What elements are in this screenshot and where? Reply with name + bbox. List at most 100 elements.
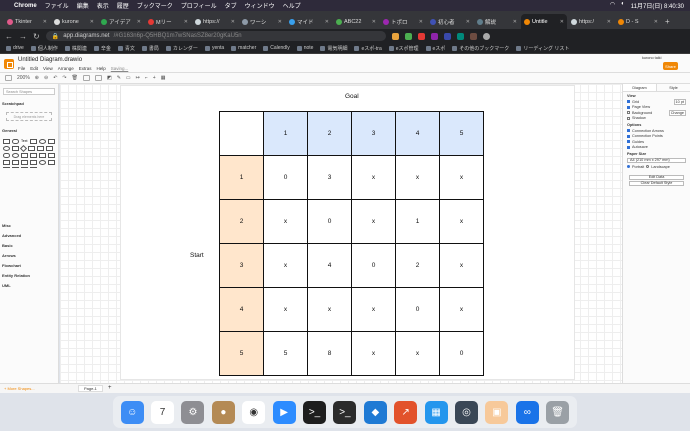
calendar-icon[interactable]: 7 xyxy=(151,400,175,424)
extension-icon[interactable] xyxy=(469,32,477,40)
dashed-line-shape[interactable] xyxy=(12,167,19,168)
bookmark-item[interactable]: 辛金 xyxy=(93,45,111,52)
table-cell[interactable]: 0 xyxy=(439,331,484,376)
browser-tab[interactable]: トポロ ✕ xyxy=(380,14,426,29)
section-arrows[interactable]: Arrows xyxy=(2,253,16,258)
table-cell[interactable]: x xyxy=(307,287,352,332)
card-shape[interactable] xyxy=(30,160,37,165)
table-cell[interactable]: x xyxy=(263,243,308,288)
browser-tab[interactable]: 初心者 ✕ xyxy=(427,14,473,29)
change-button[interactable]: Change xyxy=(668,109,686,116)
trash-icon[interactable]: 🗑 xyxy=(546,400,570,424)
close-tab-icon[interactable]: ✕ xyxy=(278,19,282,25)
app-name[interactable]: Chrome xyxy=(14,3,37,9)
insert-icon[interactable]: + xyxy=(153,75,156,81)
scratchpad-dropzone[interactable]: Drag elements here xyxy=(6,112,52,121)
browser-tab[interactable]: https:// ✕ xyxy=(192,14,238,29)
extension-icon[interactable] xyxy=(430,32,438,40)
table-cell[interactable]: 0 xyxy=(351,243,396,288)
browser-tab[interactable]: Untitle ✕ xyxy=(521,14,567,29)
section-general[interactable]: General xyxy=(2,128,17,133)
edit-data-button[interactable]: Edit Data xyxy=(629,174,684,180)
textbox-shape[interactable] xyxy=(30,139,37,144)
close-tab-icon[interactable]: ✕ xyxy=(231,19,235,25)
close-tab-icon[interactable]: ✕ xyxy=(184,19,188,25)
internal-storage-shape[interactable] xyxy=(30,153,37,158)
table-cell[interactable]: 0 xyxy=(307,199,352,244)
waypoints-icon[interactable]: ⌐ xyxy=(145,75,148,81)
start-header-cell[interactable]: 2 xyxy=(219,199,264,244)
terminal-icon[interactable]: >_ xyxy=(303,400,327,424)
forward-icon[interactable]: → xyxy=(19,32,27,41)
step-shape[interactable] xyxy=(48,153,55,158)
connection-points-checkbox[interactable] xyxy=(627,134,630,138)
bookmark-item[interactable]: eスポ-tra xyxy=(354,45,382,52)
menu-profile[interactable]: プロフィール xyxy=(181,1,217,10)
fill-color-icon[interactable]: ◩ xyxy=(107,75,112,81)
add-page-icon[interactable]: + xyxy=(108,385,112,391)
tab-style[interactable]: Style xyxy=(657,84,690,91)
close-tab-icon[interactable]: ✕ xyxy=(560,19,564,25)
table-cell[interactable]: x xyxy=(263,287,308,332)
bidirectional-arrow-shape[interactable] xyxy=(30,167,37,168)
corner-cell[interactable] xyxy=(219,111,264,156)
table-icon[interactable]: ▦ xyxy=(161,75,166,81)
section-flowchart[interactable]: Flowchart xyxy=(2,263,21,268)
wifi-icon[interactable]: ◠ xyxy=(610,1,615,10)
paper-size-select[interactable]: A4 (210 mm x 297 mm) xyxy=(627,158,686,163)
rectangle-shape[interactable] xyxy=(3,139,10,144)
table-cell[interactable]: 3 xyxy=(307,155,352,200)
portrait-radio[interactable] xyxy=(627,165,630,169)
browser-tab[interactable]: マイド ✕ xyxy=(286,14,332,29)
goal-label[interactable]: Goal xyxy=(345,93,359,100)
extension-icon[interactable] xyxy=(456,32,464,40)
clock[interactable]: 11月7日(日) 8:40:30 xyxy=(631,1,684,10)
table-cell[interactable]: 8 xyxy=(307,331,352,376)
actor-shape[interactable] xyxy=(39,160,46,165)
tape-shape[interactable] xyxy=(12,160,19,165)
scratchpad-header[interactable]: Scratchpad xyxy=(2,101,24,106)
text-shape[interactable]: Text xyxy=(21,139,28,144)
menu-help[interactable]: ヘルプ xyxy=(283,1,301,10)
ellipse-shape[interactable] xyxy=(39,139,46,144)
table-cell[interactable]: x xyxy=(439,287,484,332)
start-header-cell[interactable]: 3 xyxy=(219,243,264,288)
page-view-checkbox[interactable] xyxy=(627,105,630,109)
terminal2-icon[interactable]: >_ xyxy=(333,400,357,424)
table-cell[interactable]: 2 xyxy=(395,243,440,288)
section-basic[interactable]: Basic xyxy=(2,243,13,248)
autosave-checkbox[interactable] xyxy=(627,145,630,149)
browser-tab[interactable]: 解説 ✕ xyxy=(474,14,520,29)
menu-arrange[interactable]: Arrange xyxy=(58,66,74,71)
hexagon-shape[interactable] xyxy=(37,146,44,151)
process-shape[interactable] xyxy=(12,146,19,151)
line-color-icon[interactable]: ✎ xyxy=(117,75,121,81)
url-field[interactable]: 🔒 app.diagrams.net/#G163n6p-Q5HBQ1m7wSNa… xyxy=(45,31,386,41)
menu-view[interactable]: View xyxy=(43,66,53,71)
background-checkbox[interactable] xyxy=(627,111,630,115)
browser-tab[interactable]: D - S ✕ xyxy=(615,14,661,29)
close-tab-icon[interactable]: ✕ xyxy=(90,19,94,25)
table-cell[interactable]: x xyxy=(439,155,484,200)
browser-tab[interactable]: ABC22 ✕ xyxy=(333,14,379,29)
table-cell[interactable]: 0 xyxy=(263,155,308,200)
user-name[interactable]: kurono taiki xyxy=(642,56,661,60)
bookmark-item[interactable]: カレンダー xyxy=(165,45,198,52)
close-tab-icon[interactable]: ✕ xyxy=(419,19,423,25)
bookmark-item[interactable]: yenta xyxy=(204,45,224,51)
close-tab-icon[interactable]: ✕ xyxy=(43,19,47,25)
bookmark-item[interactable]: eスポ xyxy=(425,45,445,52)
goal-header-cell[interactable]: 4 xyxy=(395,111,440,156)
table-cell[interactable]: 0 xyxy=(395,287,440,332)
control-center-icon[interactable]: ◐ xyxy=(621,1,625,10)
grid-checkbox[interactable] xyxy=(627,100,630,104)
zoom-icon[interactable]: ▶ xyxy=(272,400,296,424)
parallelogram-shape[interactable] xyxy=(28,146,35,151)
close-tab-icon[interactable]: ✕ xyxy=(466,19,470,25)
bookmark-item[interactable]: matcher xyxy=(231,45,256,51)
table-cell[interactable]: x xyxy=(439,243,484,288)
table-cell[interactable]: x xyxy=(439,199,484,244)
bookmark-item[interactable]: note xyxy=(296,45,313,51)
rounded-rect-shape[interactable] xyxy=(12,139,19,144)
reload-icon[interactable]: ↻ xyxy=(33,32,40,41)
